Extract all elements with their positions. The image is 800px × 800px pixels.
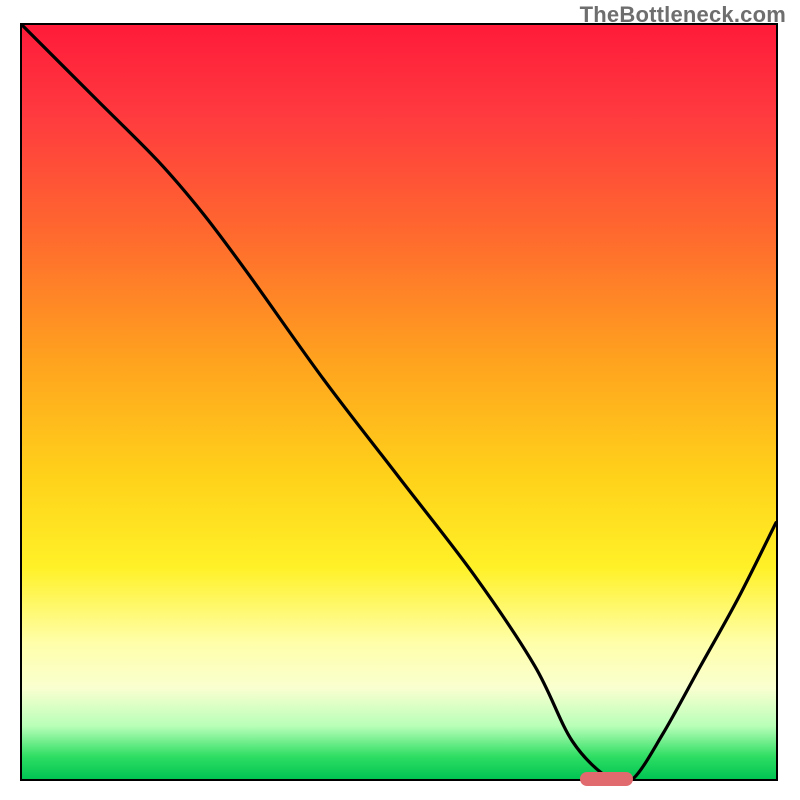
- line-path: [22, 25, 776, 779]
- plot-area: [20, 23, 778, 781]
- optimal-marker: [580, 772, 633, 786]
- chart-stage: TheBottleneck.com: [0, 0, 800, 800]
